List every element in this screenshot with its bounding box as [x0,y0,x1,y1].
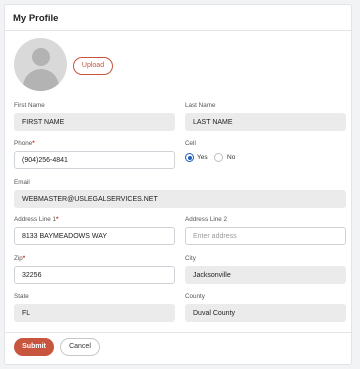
cell-yes-radio[interactable] [185,153,194,162]
address1-label: Address Line 1* [14,216,58,223]
zip-label: Zip* [14,255,25,262]
phone-required-mark: * [32,140,35,147]
state-label: State [14,293,29,300]
state-field[interactable]: FL [14,304,175,322]
submit-button[interactable]: Submit [14,338,54,356]
address1-label-text: Address Line 1 [14,216,57,223]
address1-field[interactable]: 8133 BAYMEADOWS WAY [14,227,175,245]
phone-field[interactable]: (904)256-4841 [14,151,175,169]
footer-divider [5,332,351,333]
first-name-label: First Name [14,102,45,109]
profile-card: My Profile Upload First Name FIRST NAME … [4,4,352,365]
avatar [14,38,67,91]
last-name-field[interactable]: LAST NAME [185,113,346,131]
email-label: Email [14,179,30,186]
phone-label-text: Phone [14,140,33,147]
avatar-head-icon [32,48,50,66]
avatar-body-icon [23,69,59,91]
first-name-field[interactable]: FIRST NAME [14,113,175,131]
county-field[interactable]: Duval County [185,304,346,322]
cell-yes-label: Yes [197,154,208,161]
city-label: City [185,255,196,262]
zip-field[interactable]: 32256 [14,266,175,284]
address1-required-mark: * [56,216,59,223]
cancel-button[interactable]: Cancel [60,338,100,356]
zip-label-text: Zip [14,255,23,262]
cell-label: Cell [185,140,196,147]
address2-label: Address Line 2 [185,216,228,223]
page-title: My Profile [13,13,59,24]
phone-label: Phone* [14,140,35,147]
county-label: County [185,293,205,300]
last-name-label: Last Name [185,102,216,109]
zip-required-mark: * [22,255,26,262]
card-header: My Profile [5,5,351,31]
upload-button[interactable]: Upload [73,57,113,75]
address2-field[interactable]: Enter address [185,227,346,245]
city-field[interactable]: Jacksonville [185,266,346,284]
cell-no-radio[interactable] [214,153,223,162]
cell-no-label: No [227,154,236,161]
email-field[interactable]: WEBMASTER@USLEGALSERVICES.NET [14,190,346,208]
